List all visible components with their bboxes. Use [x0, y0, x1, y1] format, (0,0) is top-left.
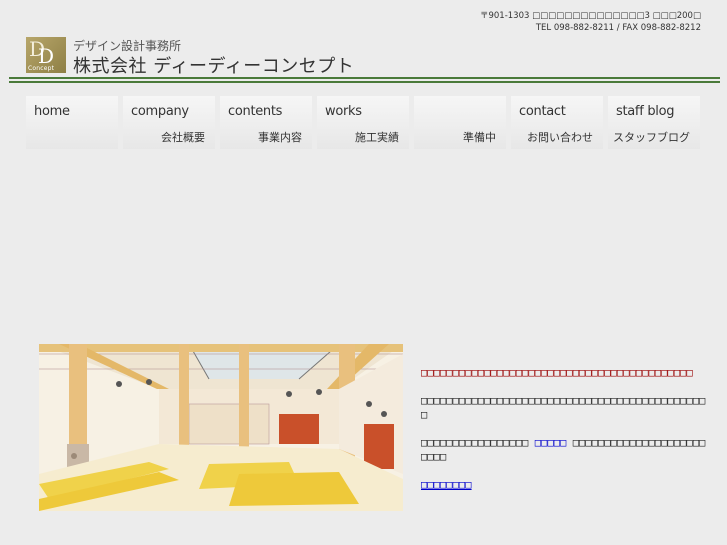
nav-label-en: works [325, 104, 362, 119]
logo-letter-front: D [38, 44, 55, 68]
nav-label-jp: 事業内容 [258, 131, 302, 144]
intro-lead: □□□□□□□□□□□□□□□□□□□□□□□□□□□□□□□□□□□□□□□□… [421, 367, 693, 379]
nav-contents[interactable]: contents 事業内容 [220, 96, 312, 149]
inline-link[interactable]: □□□□□ [535, 437, 567, 449]
nav-label-en: contact [519, 104, 566, 119]
nav-label-en: contents [228, 104, 283, 119]
intro-body-2-pre: □□□□□□□□□□□□□□□□□ [421, 437, 529, 449]
nav-label-jp: 準備中 [463, 131, 496, 144]
nav-company[interactable]: company 会社概要 [123, 96, 215, 149]
nav-label-en: company [131, 104, 189, 119]
main-nav: home company 会社概要 contents 事業内容 works 施工… [26, 96, 702, 149]
nav-label-en: staff blog [616, 104, 675, 119]
nav-works[interactable]: works 施工実績 [317, 96, 409, 149]
nav-preparing[interactable]: 準備中 [414, 96, 506, 149]
interior-illustration [39, 344, 403, 511]
address-line: 〒901-1303 □□□□□□□□□□□□□□3 □□□200□ [479, 11, 701, 21]
intro-body-1: □□□□□□□□□□□□□□□□□□□□□□□□□□□□□□□□□□□□□□□□… [421, 395, 706, 421]
nav-label-jp: 施工実績 [355, 131, 399, 144]
intro-body-2: □□□□□□□□□□□□□□□□□ □□□□□ □□□□□□□□□□□□□□□□… [421, 436, 711, 464]
header-divider-top [9, 77, 720, 79]
nav-home[interactable]: home [26, 96, 118, 149]
nav-label-jp: スタッフブログ [613, 131, 690, 144]
company-logo[interactable]: D D Concept [26, 37, 66, 73]
nav-staff-blog[interactable]: staff blog スタッフブログ [608, 96, 700, 149]
logo-subtext: Concept [28, 65, 55, 72]
company-name: 株式会社 ディーディーコンセプト [73, 56, 355, 77]
intro-text: □□□□□□□□□□□□□□□□□□□□□□□□□□□□□□□□□□□□□□□□… [421, 366, 711, 506]
tel-fax-line: TEL 098-882-8211 / FAX 098-882-8212 [535, 23, 701, 33]
nav-label-jp: お問い合わせ [527, 131, 593, 144]
hero-interior-sketch [39, 344, 403, 511]
nav-label-jp: 会社概要 [161, 131, 205, 144]
nav-contact[interactable]: contact お問い合わせ [511, 96, 603, 149]
nav-label-en: home [34, 104, 70, 119]
more-link[interactable]: □□□□□□□□ [421, 479, 472, 491]
address-block: 〒901-1303 □□□□□□□□□□□□□□3 □□□200□ TEL 09… [480, 10, 701, 34]
header-divider-bottom [9, 81, 720, 83]
